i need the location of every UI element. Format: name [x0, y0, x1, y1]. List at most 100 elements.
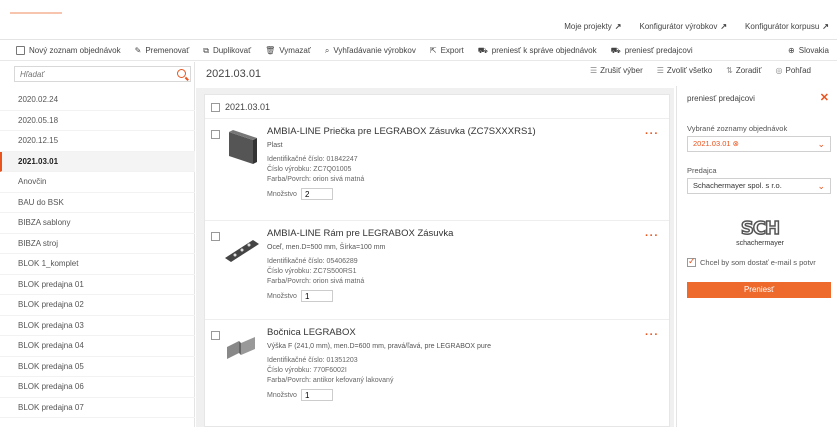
new-list-icon	[16, 46, 25, 55]
sidebar-item[interactable]: BIBZA sablony	[0, 213, 195, 234]
more-options-icon[interactable]: ···	[645, 230, 659, 242]
external-arrow-icon: ↗	[720, 22, 728, 31]
product-title[interactable]: AMBIA-LINE Rám pre LEGRABOX Zásuvka	[267, 228, 647, 239]
dealer-label: Predajca	[687, 166, 717, 175]
selected-list-chip[interactable]: 2021.03.01	[693, 139, 731, 148]
content-area: 2021.03.01 AMBIA-LINE Priečka pre LEGRAB…	[196, 88, 674, 427]
product-title[interactable]: AMBIA-LINE Priečka pre LEGRABOX Zásuvka …	[267, 126, 647, 137]
chevron-down-icon: ⌄	[817, 139, 825, 149]
button-label: preniesť k správe objednávok	[491, 46, 597, 55]
export-button[interactable]: ⇱ Export	[430, 46, 464, 55]
product-checkbox[interactable]	[211, 232, 220, 241]
duplicate-button[interactable]: ⧉ Duplikovať	[203, 46, 251, 56]
nav-link-cabinet-configurator[interactable]: Konfigurátor korpusu ↗	[745, 22, 829, 31]
search-input[interactable]	[15, 67, 165, 81]
panel-title: preniesť predajcovi	[687, 94, 755, 103]
quantity-label: Množstvo	[267, 391, 297, 399]
product-image	[229, 130, 257, 164]
quantity-input[interactable]	[300, 389, 333, 401]
sidebar-item[interactable]: Anovčin	[0, 172, 195, 193]
product-subtitle: Oceľ, men.D=500 mm, Šírka=100 mm	[267, 244, 386, 251]
new-order-list-button[interactable]: Nový zoznam objednávok	[16, 46, 121, 55]
more-options-icon[interactable]: ···	[645, 329, 659, 341]
deselect-button[interactable]: ☰ Zrušiť výber	[590, 66, 643, 75]
sidebar-item[interactable]: 2021.03.01	[0, 151, 195, 172]
sidebar-item[interactable]: BAU do BSK	[0, 193, 195, 213]
deselect-icon: ☰	[590, 66, 598, 75]
checkbox-checked[interactable]	[687, 256, 696, 267]
sidebar-item[interactable]: BLOK predajna 02	[0, 295, 195, 316]
product-row: AMBIA-LINE Priečka pre LEGRABOX Zásuvka …	[205, 120, 669, 221]
more-options-icon[interactable]: ···	[645, 128, 659, 140]
search-icon[interactable]	[177, 69, 186, 78]
sidebar-item[interactable]: BLOK predajna 01	[0, 275, 195, 295]
external-arrow-icon: ↗	[614, 22, 622, 31]
order-list-list: 2020.02.24 2020.05.18 2020.12.15 2021.03.01…	[0, 90, 195, 418]
sidebar-item[interactable]: BLOK predajna 03	[0, 316, 195, 336]
group-checkbox[interactable]	[211, 103, 220, 112]
language-selector[interactable]: ⊕ Slovakia	[788, 46, 829, 55]
quantity-label: Množstvo	[267, 292, 297, 300]
sidebar-item[interactable]: BLOK predajna 06	[0, 377, 195, 398]
cart-icon: ⛟	[477, 45, 488, 55]
dealer-select[interactable]: Schachermayer spol. s r.o. ⌄	[687, 178, 831, 194]
dealer-logo-mark: SCH	[740, 217, 781, 240]
button-label: Zvoliť všetko	[666, 66, 713, 75]
product-row: Bočnica LEGRABOX Výška F (241,0 mm), men…	[205, 321, 669, 427]
sort-button[interactable]: ⇅ Zoradiť	[726, 66, 761, 75]
transfer-submit-button[interactable]: Preniesť	[687, 282, 831, 298]
product-title[interactable]: Bočnica LEGRABOX	[267, 327, 647, 338]
button-label: Pohľad	[785, 66, 811, 75]
quantity-row: Množstvo	[267, 389, 647, 401]
sidebar-item[interactable]: BIBZA stroj	[0, 234, 195, 254]
group-label: 2021.03.01	[225, 102, 271, 112]
sidebar-item[interactable]: BLOK predajna 04	[0, 336, 195, 357]
button-label: preniesť predajcovi	[624, 46, 693, 55]
product-image	[225, 240, 259, 262]
chip-close-icon[interactable]: ⊗	[731, 139, 739, 148]
delete-button[interactable]: 🗑 Vymazať	[265, 46, 311, 55]
product-checkbox[interactable]	[211, 331, 220, 340]
product-checkbox[interactable]	[211, 130, 220, 139]
copy-icon: ⧉	[203, 45, 209, 55]
product-id: Identifikačné číslo: 01842247	[267, 156, 358, 163]
select-all-button[interactable]: ☰ Zvoliť všetko	[657, 66, 712, 75]
view-button[interactable]: ◎ Pohľad	[776, 66, 811, 75]
dealer-value: Schachermayer spol. s r.o.	[693, 181, 782, 190]
sidebar: 2020.02.242020.05.182020.12.152021.03.01…	[0, 62, 195, 427]
order-lists-select[interactable]: 2021.03.01 ⊗ ⌄	[687, 136, 831, 152]
sidebar-item[interactable]: BLOK predajna 07	[0, 398, 195, 418]
external-arrow-icon: ↗	[822, 22, 829, 31]
quantity-input[interactable]	[300, 290, 333, 302]
product-number: Číslo výrobku: ZC7S500RS1	[267, 268, 357, 275]
close-icon[interactable]: ✕	[820, 91, 829, 104]
view-icon: ◎	[775, 66, 783, 75]
product-search-button[interactable]: ⌕ Vyhľadávanie výrobkov	[325, 46, 416, 56]
nav-link-label: Konfigurátor výrobkov	[639, 22, 718, 31]
nav-link-label: Moje projekty	[564, 22, 612, 31]
quantity-row: Množstvo	[267, 188, 647, 200]
nav-link-product-configurator[interactable]: Konfigurátor výrobkov ↗	[640, 22, 728, 31]
lists-label: Vybrané zoznamy objednávok	[687, 124, 788, 133]
button-label: Zrušiť výber	[600, 66, 643, 75]
transfer-to-order-management-button[interactable]: ⛟ preniesť k správe objednávok	[478, 46, 597, 56]
sidebar-item[interactable]: BLOK predajna 05	[0, 357, 195, 377]
sidebar-item[interactable]: 2020.05.18	[0, 111, 195, 131]
product-details: AMBIA-LINE Rám pre LEGRABOX Zásuvka Oceľ…	[267, 228, 647, 302]
button-label: Vymazať	[279, 46, 311, 55]
sidebar-item[interactable]: BLOK 1_komplet	[0, 254, 195, 275]
nav-link-projects[interactable]: Moje projekty ↗	[564, 22, 621, 31]
email-confirmation-checkbox[interactable]: Chcel by som dostať e-mail s potvr	[687, 256, 816, 267]
product-search-icon: ⌕	[324, 45, 330, 55]
sidebar-item[interactable]: 2020.12.15	[0, 131, 195, 152]
product-id: Identifikačné číslo: 05406289	[267, 258, 358, 265]
rename-button[interactable]: ✎ Premenovať	[135, 46, 190, 55]
product-details: AMBIA-LINE Priečka pre LEGRABOX Zásuvka …	[267, 126, 647, 200]
select-all-icon: ☰	[656, 66, 664, 75]
sidebar-item[interactable]: 2020.02.24	[0, 90, 195, 111]
quantity-input[interactable]	[300, 188, 333, 200]
trash-icon: 🗑	[265, 46, 276, 55]
transfer-to-dealer-button[interactable]: ⛟ preniesť predajcovi	[611, 46, 693, 56]
quantity-row: Množstvo	[267, 290, 647, 302]
product-color: Farba/Povrch: orion sivá matná	[267, 278, 365, 285]
